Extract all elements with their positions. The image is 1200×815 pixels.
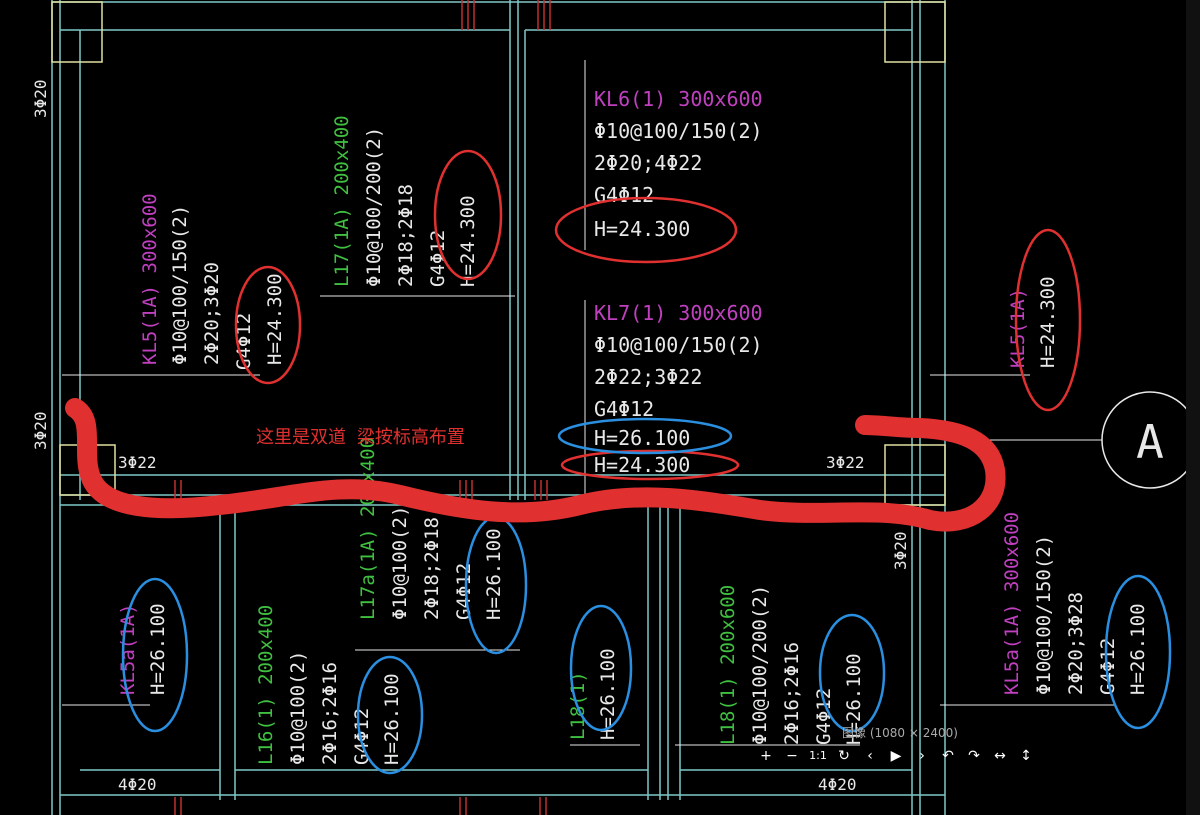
rotate-right-icon[interactable]: ↷	[963, 745, 985, 767]
flip-vertical-icon[interactable]: ↕	[1015, 745, 1037, 767]
rebar-label-left-3phi22: 3Φ22	[118, 453, 157, 472]
beam-kl5a-right-elevation: H=26.100	[1127, 603, 1149, 695]
beam-l17-elevation: H=24.300	[457, 195, 479, 287]
rebar-label-right-vert: 3Φ20	[891, 531, 910, 570]
beam-kl6-stirrup: Φ10@100/150(2)	[594, 119, 763, 143]
beam-l18-stirrup: Φ10@100/200(2)	[749, 585, 771, 745]
beam-kl6-side: G4Φ12	[594, 183, 654, 207]
beam-kl6-name: KL6(1) 300x600	[594, 87, 763, 111]
zoom-in-button[interactable]: +	[755, 745, 777, 767]
beam-kl7-elevation-2: H=24.300	[594, 453, 690, 477]
beam-kl5a-right-name: KL5a(1A) 300x600	[1001, 512, 1023, 695]
side-panel	[1186, 0, 1200, 815]
next-button[interactable]: ›	[911, 745, 933, 767]
refresh-icon[interactable]: ↻	[833, 745, 855, 767]
rebar-label-right-3phi22: 3Φ22	[826, 453, 865, 472]
beam-kl5a-right-stirrup: Φ10@100/150(2)	[1033, 535, 1055, 695]
beam-kl5a-right-main: 2Φ20;3Φ28	[1065, 592, 1087, 695]
beam-kl6-main: 2Φ20;4Φ22	[594, 151, 702, 175]
beam-l16-main: 2Φ16;2Φ16	[319, 662, 341, 765]
rebar-label-top-left: 3Φ20	[31, 79, 50, 118]
beam-l17-main: 2Φ18;2Φ18	[395, 184, 417, 287]
rebar-label-bottom-left: 4Φ20	[118, 775, 157, 794]
beam-kl5-left-elevation: H=24.300	[264, 273, 286, 365]
beam-l16-name: L16(1) 200x400	[255, 605, 277, 765]
rebar-ticks	[174, 0, 551, 815]
beam-l17-stirrup: Φ10@100/200(2)	[363, 127, 385, 287]
zoom-out-button[interactable]: −	[781, 745, 803, 767]
beam-l17a-main: 2Φ18;2Φ18	[421, 517, 443, 620]
beam-kl5a-right-side: G4Φ12	[1097, 638, 1119, 695]
beam-l16-side: G4Φ12	[351, 708, 373, 765]
prev-button[interactable]: ‹	[859, 745, 881, 767]
beam-kl6-elevation: H=24.300	[594, 217, 690, 241]
beam-kl5-left-stirrup: Φ10@100/150(2)	[169, 205, 191, 365]
beam-l17a-stirrup: Φ10@100(2)	[389, 506, 411, 620]
beam-l17a-side: G4Φ12	[453, 563, 475, 620]
beam-l16: L16(1) 200x400 Φ10@100(2) 2Φ16;2Φ16 G4Φ1…	[255, 605, 403, 765]
beam-l17: L17(1A) 200x400 Φ10@100/200(2) 2Φ18;2Φ18…	[331, 115, 479, 287]
axis-bubble-label: A	[1136, 415, 1164, 469]
beam-kl5-left: KL5(1A) 300x600 Φ10@100/150(2) 2Φ20;3Φ20…	[139, 193, 286, 370]
viewer-toolbar: + − 1:1 ↻ ‹ ▶ › ↶ ↷ ↔ ↕	[755, 745, 1037, 767]
beam-l17a-elevation: H=26.100	[483, 528, 505, 620]
beam-kl7-main: 2Φ22;3Φ22	[594, 365, 702, 389]
rotate-left-icon[interactable]: ↶	[937, 745, 959, 767]
flip-horizontal-icon[interactable]: ↔	[989, 745, 1011, 767]
beam-l18-small-elevation: H=26.100	[597, 648, 619, 740]
beam-l18: L18(1) 200x600 Φ10@100/200(2) 2Φ16;2Φ16 …	[717, 585, 865, 745]
play-button[interactable]: ▶	[885, 745, 907, 767]
beam-l18-name: L18(1) 200x600	[717, 585, 739, 745]
beam-kl5a-right: KL5a(1A) 300x600 Φ10@100/150(2) 2Φ20;3Φ2…	[1001, 512, 1149, 695]
beam-kl5-left-main: 2Φ20;3Φ20	[201, 262, 223, 365]
beam-kl7-name: KL7(1) 300x600	[594, 301, 763, 325]
beam-kl5-right-elevation: H=24.300	[1037, 276, 1059, 368]
annotation-note: 这里是双道 梁按标高布置	[256, 427, 465, 448]
beam-l18-main: 2Φ16;2Φ16	[781, 642, 803, 745]
beam-kl7-side: G4Φ12	[594, 397, 654, 421]
beam-l17a: L17a(1A) 200x400 Φ10@100(2) 2Φ18;2Φ18 G4…	[357, 437, 505, 620]
rebar-label-bottom-right: 4Φ20	[818, 775, 857, 794]
beam-kl6: KL6(1) 300x600 Φ10@100/150(2) 2Φ20;4Φ22 …	[594, 87, 763, 241]
beam-kl7-stirrup: Φ10@100/150(2)	[594, 333, 763, 357]
beam-l16-elevation: H=26.100	[381, 673, 403, 765]
beam-kl7-elevation-1: H=26.100	[594, 426, 690, 450]
actual-size-button[interactable]: 1:1	[807, 745, 829, 767]
rebar-label-mid-left: 3Φ20	[31, 411, 50, 450]
image-info: 图像 (1080 × 2400)	[842, 726, 958, 740]
wall-lines	[51, 0, 946, 815]
beam-kl5a-left-elevation: H=26.100	[147, 603, 169, 695]
beam-l17a-name: L17a(1A) 200x400	[357, 437, 379, 620]
beam-l16-stirrup: Φ10@100(2)	[287, 651, 309, 765]
beam-l17-name: L17(1A) 200x400	[331, 115, 353, 287]
cad-drawing: 3Φ20 3Φ20 3Φ22 3Φ22 3Φ20 4Φ20 4Φ20 KL6(1…	[31, 0, 1199, 815]
beam-kl5-left-name: KL5(1A) 300x600	[139, 193, 161, 365]
